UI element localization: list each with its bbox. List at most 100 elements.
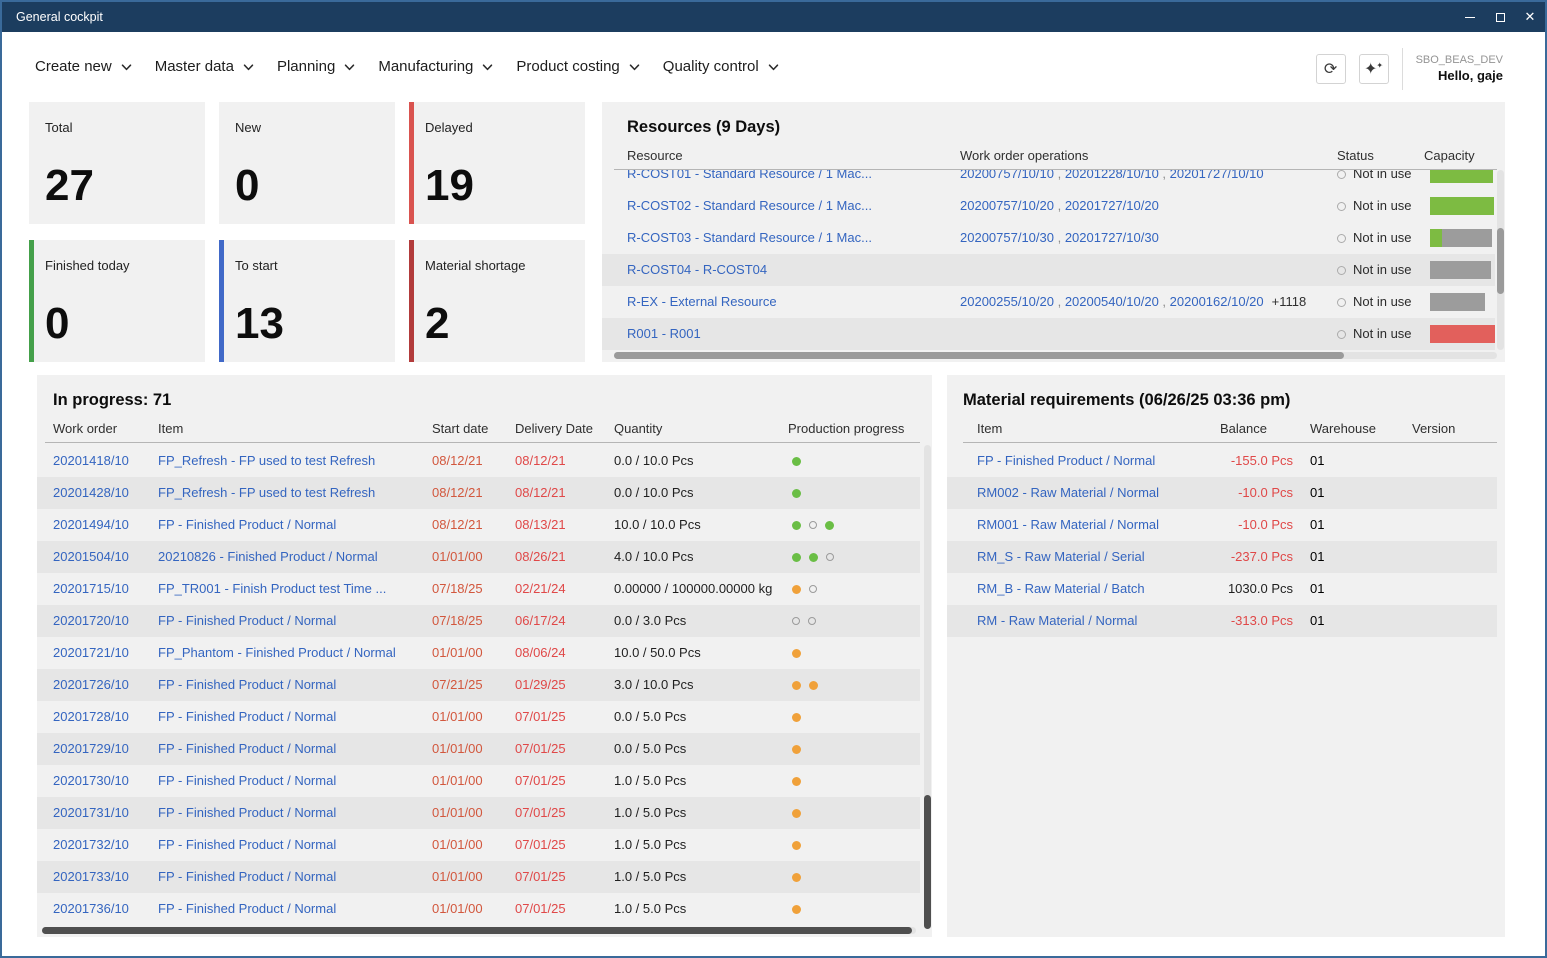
work-order-operation-link[interactable]: 20201727/10/20 xyxy=(1065,198,1159,213)
item-link[interactable]: FP - Finished Product / Normal xyxy=(158,861,336,893)
work-order-link[interactable]: 20201721/10 xyxy=(53,637,129,669)
work-order-operation-link[interactable]: 20200757/10/10 xyxy=(960,170,1054,181)
delivery-date: 07/01/25 xyxy=(515,829,566,861)
work-order-link[interactable]: 20201729/10 xyxy=(53,733,129,765)
item-link[interactable]: FP - Finished Product / Normal xyxy=(158,797,336,829)
work-order-operation-link[interactable]: 20201727/10/30 xyxy=(1065,230,1159,245)
minimize-button[interactable] xyxy=(1455,2,1485,32)
resource-link[interactable]: R-COST01 - Standard Resource / 1 Mac... xyxy=(627,170,872,190)
start-date: 08/12/21 xyxy=(432,509,483,541)
resource-link[interactable]: R-EX - External Resource xyxy=(627,286,777,318)
kpi-card-finished-today[interactable]: Finished today0 xyxy=(29,240,205,362)
resource-link[interactable]: R001 - R001 xyxy=(627,318,701,350)
work-order-row: 20201731/10 FP - Finished Product / Norma… xyxy=(37,797,920,829)
item-link[interactable]: FP - Finished Product / Normal xyxy=(158,829,336,861)
col-header-item: Item xyxy=(158,421,183,436)
resource-status: Not in use xyxy=(1337,254,1412,286)
kpi-label: To start xyxy=(235,258,379,273)
work-order-link[interactable]: 20201736/10 xyxy=(53,893,129,925)
work-order-operation-link[interactable]: 20200757/10/20 xyxy=(960,198,1054,213)
item-link[interactable]: FP_Refresh - FP used to test Refresh xyxy=(158,477,375,509)
work-order-link[interactable]: 20201728/10 xyxy=(53,701,129,733)
col-header-version: Version xyxy=(1412,421,1455,436)
work-order-operation-link[interactable]: 20200162/10/20 xyxy=(1170,294,1264,309)
item-link[interactable]: FP_TR001 - Finish Product test Time ... xyxy=(158,573,386,605)
capacity-segment xyxy=(1430,170,1493,183)
in-progress-vertical-scrollbar-thumb[interactable] xyxy=(924,795,931,929)
delivery-date: 08/13/21 xyxy=(515,509,566,541)
work-order-operation-link[interactable]: 20200757/10/30 xyxy=(960,230,1054,245)
resource-link[interactable]: R-COST03 - Standard Resource / 1 Mac... xyxy=(627,222,872,254)
resources-horizontal-scrollbar[interactable] xyxy=(614,352,1497,359)
work-order-link[interactable]: 20201732/10 xyxy=(53,829,129,861)
progress-dot-green xyxy=(792,553,801,562)
work-order-link[interactable]: 20201730/10 xyxy=(53,765,129,797)
work-order-link[interactable]: 20201418/10 xyxy=(53,445,129,477)
resource-row: R-COST03 - Standard Resource / 1 Mac... 2… xyxy=(602,222,1495,254)
work-order-operation-link[interactable]: 20200540/10/20 xyxy=(1065,294,1159,309)
item-link[interactable]: FP - Finished Product / Normal xyxy=(158,765,336,797)
kpi-card-delayed[interactable]: Delayed19 xyxy=(409,102,585,224)
close-button[interactable]: ✕ xyxy=(1515,2,1545,32)
menu-product-costing[interactable]: Product costing xyxy=(516,54,639,79)
in-progress-vertical-scrollbar[interactable] xyxy=(924,445,931,929)
work-order-operation-link[interactable]: 20201228/10/10 xyxy=(1065,170,1159,181)
work-order-link[interactable]: 20201428/10 xyxy=(53,477,129,509)
item-link[interactable]: FP - Finished Product / Normal xyxy=(158,509,336,541)
in-progress-horizontal-scrollbar-thumb[interactable] xyxy=(42,927,912,934)
capacity-bar xyxy=(1430,325,1495,343)
menu-planning[interactable]: Planning xyxy=(277,54,355,79)
kpi-grid: Total27New0Delayed19Finished today0To st… xyxy=(29,102,585,362)
item-link[interactable]: FP - Finished Product / Normal xyxy=(158,605,336,637)
operation-links: 20200757/10/30 , 20201727/10/30 xyxy=(960,222,1159,254)
operations-overflow-count: +1118 xyxy=(1272,294,1307,309)
item-link[interactable]: FP - Finished Product / Normal xyxy=(158,701,336,733)
kpi-card-material-shortage[interactable]: Material shortage2 xyxy=(409,240,585,362)
balance-value: 1030.0 Pcs xyxy=(1097,573,1293,605)
work-order-link[interactable]: 20201726/10 xyxy=(53,669,129,701)
item-link[interactable]: 20210826 - Finished Product / Normal xyxy=(158,541,378,573)
menu-create-new[interactable]: Create new xyxy=(35,54,132,79)
kpi-accent-bar xyxy=(409,102,414,224)
item-link[interactable]: FP - Finished Product / Normal xyxy=(158,669,336,701)
work-order-link[interactable]: 20201715/10 xyxy=(53,573,129,605)
resource-link[interactable]: R-COST02 - Standard Resource / 1 Mac... xyxy=(627,190,872,222)
refresh-button[interactable]: ⟳ xyxy=(1316,54,1346,84)
kpi-card-total[interactable]: Total27 xyxy=(29,102,205,224)
work-order-operation-link[interactable]: 20200255/10/20 xyxy=(960,294,1054,309)
col-header-balance: Balance xyxy=(1220,421,1267,436)
item-link[interactable]: FP_Phantom - Finished Product / Normal xyxy=(158,637,396,669)
refresh-icon: ⟳ xyxy=(1324,59,1337,79)
menu-manufacturing[interactable]: Manufacturing xyxy=(378,54,493,79)
resources-horizontal-scrollbar-thumb[interactable] xyxy=(614,352,1344,359)
work-order-link[interactable]: 20201504/10 xyxy=(53,541,129,573)
quantity: 3.0 / 10.0 Pcs xyxy=(614,669,694,701)
resources-vertical-scrollbar[interactable] xyxy=(1497,170,1504,350)
balance-value: -10.0 Pcs xyxy=(1097,477,1293,509)
work-order-operation-link[interactable]: 20201727/10/10 xyxy=(1170,170,1264,181)
resources-vertical-scrollbar-thumb[interactable] xyxy=(1497,228,1504,294)
item-link[interactable]: FP - Finished Product / Normal xyxy=(158,893,336,925)
item-link[interactable]: FP - Finished Product / Normal xyxy=(158,733,336,765)
capacity-bar xyxy=(1430,261,1495,279)
status-text: Not in use xyxy=(1353,170,1412,181)
in-progress-horizontal-scrollbar[interactable] xyxy=(42,927,916,934)
work-order-link[interactable]: 20201731/10 xyxy=(53,797,129,829)
kpi-card-new[interactable]: New0 xyxy=(219,102,395,224)
kpi-accent-bar xyxy=(409,240,414,362)
delivery-date: 08/12/21 xyxy=(515,445,566,477)
work-order-link[interactable]: 20201720/10 xyxy=(53,605,129,637)
kpi-label: Finished today xyxy=(45,258,189,273)
menu-master-data[interactable]: Master data xyxy=(155,54,254,79)
work-order-link[interactable]: 20201733/10 xyxy=(53,861,129,893)
menu-quality-control[interactable]: Quality control xyxy=(663,54,779,79)
progress-dot-green xyxy=(792,457,801,466)
assistant-button[interactable]: ✦✦ xyxy=(1359,54,1389,84)
resource-link[interactable]: R-COST04 - R-COST04 xyxy=(627,254,767,286)
resources-table-body: R-COST01 - Standard Resource / 1 Mac... 2… xyxy=(602,170,1495,350)
work-order-link[interactable]: 20201494/10 xyxy=(53,509,129,541)
maximize-button[interactable] xyxy=(1485,2,1515,32)
start-date: 07/18/25 xyxy=(432,605,483,637)
kpi-card-to-start[interactable]: To start13 xyxy=(219,240,395,362)
item-link[interactable]: FP_Refresh - FP used to test Refresh xyxy=(158,445,375,477)
